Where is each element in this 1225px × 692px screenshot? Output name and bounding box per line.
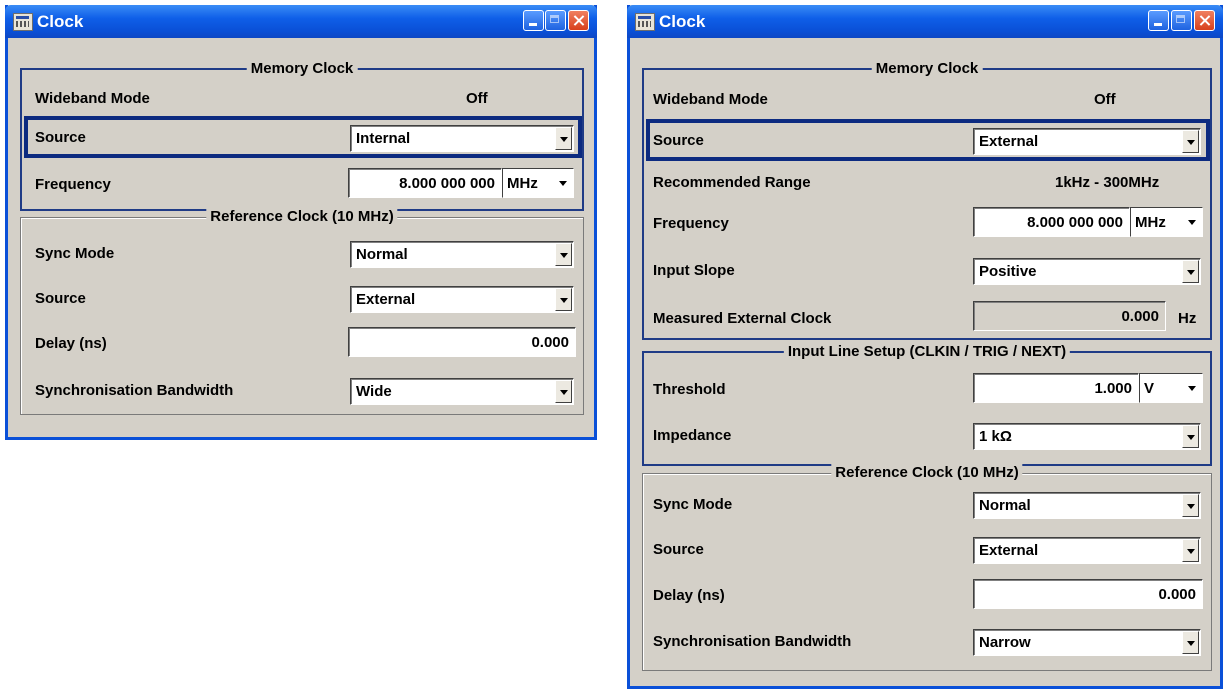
chevron-down-icon[interactable]: [555, 380, 572, 403]
delay-label: Delay (ns): [35, 335, 107, 352]
sync-mode-select[interactable]: Normal: [350, 241, 574, 268]
ref-source-select[interactable]: External: [973, 537, 1201, 564]
app-icon: [635, 13, 655, 31]
wideband-mode-label: Wideband Mode: [653, 91, 768, 108]
memory-clock-legend: Memory Clock: [871, 60, 983, 77]
ref-source-label: Source: [653, 541, 704, 558]
chevron-down-icon[interactable]: [1182, 631, 1199, 654]
ref-source-select[interactable]: External: [350, 286, 574, 313]
threshold-value: 1.000: [1094, 380, 1132, 397]
recommended-range-value: 1kHz - 300MHz: [1055, 174, 1160, 191]
wideband-mode-value: Off: [466, 90, 488, 107]
app-icon: [13, 13, 33, 31]
impedance-value: 1 kΩ: [979, 428, 1012, 445]
chevron-down-icon[interactable]: [1182, 130, 1199, 153]
close-icon[interactable]: [1194, 10, 1215, 31]
chevron-down-icon[interactable]: [1182, 425, 1199, 448]
memory-clock-group: Memory Clock: [642, 60, 1212, 340]
ref-source-label: Source: [35, 290, 86, 307]
measured-clock-unit: Hz: [1178, 310, 1197, 327]
sync-bandwidth-value: Narrow: [979, 634, 1031, 651]
sync-mode-label: Sync Mode: [35, 245, 115, 262]
chevron-down-icon[interactable]: [1185, 378, 1200, 398]
chevron-down-icon[interactable]: [555, 243, 572, 266]
impedance-label: Impedance: [653, 427, 732, 444]
delay-input[interactable]: 0.000: [348, 327, 576, 357]
title-bar[interactable]: Clock: [627, 5, 1223, 38]
window-title: Clock: [37, 12, 84, 31]
sync-mode-value: Normal: [356, 246, 408, 263]
frequency-unit: MHz: [507, 175, 538, 192]
sync-bandwidth-select[interactable]: Narrow: [973, 629, 1201, 656]
threshold-unit: V: [1144, 380, 1155, 397]
sync-bandwidth-label: Synchronisation Bandwidth: [653, 633, 852, 650]
sync-mode-select[interactable]: Normal: [973, 492, 1201, 519]
chevron-down-icon[interactable]: [1182, 494, 1199, 517]
measured-clock-display: 0.000: [973, 301, 1166, 331]
delay-input[interactable]: 0.000: [973, 579, 1203, 609]
measured-clock-label: Measured External Clock: [653, 310, 832, 327]
chevron-down-icon[interactable]: [555, 288, 572, 311]
ref-source-value: External: [356, 291, 416, 308]
sync-bandwidth-label: Synchronisation Bandwidth: [35, 382, 234, 399]
threshold-input[interactable]: 1.000: [973, 373, 1139, 403]
maximize-icon[interactable]: [1171, 10, 1192, 31]
chevron-down-icon[interactable]: [1185, 212, 1200, 232]
chevron-down-icon[interactable]: [556, 173, 571, 193]
reference-clock-legend: Reference Clock (10 MHz): [831, 464, 1023, 481]
frequency-label: Frequency: [35, 176, 111, 193]
wideband-mode-label: Wideband Mode: [35, 90, 150, 107]
delay-label: Delay (ns): [653, 587, 725, 604]
maximize-icon[interactable]: [545, 10, 566, 31]
input-line-setup-legend: Input Line Setup (CLKIN / TRIG / NEXT): [783, 343, 1071, 360]
threshold-unit-select[interactable]: V: [1139, 373, 1203, 403]
sync-mode-label: Sync Mode: [653, 496, 733, 513]
clock-window-2: Clock Memory Clock Wideband Mode Off Sou…: [627, 5, 1223, 689]
title-bar[interactable]: Clock: [5, 5, 597, 38]
threshold-label: Threshold: [653, 381, 726, 398]
reference-clock-legend: Reference Clock (10 MHz): [206, 208, 398, 225]
frequency-unit-select[interactable]: MHz: [502, 168, 574, 198]
frequency-unit: MHz: [1135, 214, 1166, 231]
ref-source-value: External: [979, 542, 1039, 559]
chevron-down-icon[interactable]: [1182, 539, 1199, 562]
frequency-value: 8.000 000 000: [399, 175, 495, 192]
source-label: Source: [653, 132, 704, 149]
minimize-icon[interactable]: [1148, 10, 1169, 31]
measured-clock-value: 0.000: [1121, 308, 1159, 325]
frequency-input[interactable]: 8.000 000 000: [973, 207, 1130, 237]
source-label: Source: [35, 129, 86, 146]
memory-clock-legend: Memory Clock: [246, 60, 358, 77]
delay-value: 0.000: [531, 334, 569, 351]
frequency-input[interactable]: 8.000 000 000: [348, 168, 502, 198]
frequency-value: 8.000 000 000: [1027, 214, 1123, 231]
chevron-down-icon[interactable]: [555, 127, 572, 150]
window-title: Clock: [659, 12, 706, 31]
close-icon[interactable]: [568, 10, 589, 31]
source-select[interactable]: External: [973, 128, 1201, 155]
frequency-label: Frequency: [653, 215, 729, 232]
source-select-value: External: [979, 133, 1039, 150]
impedance-select[interactable]: 1 kΩ: [973, 423, 1201, 450]
sync-bandwidth-select[interactable]: Wide: [350, 378, 574, 405]
input-slope-select[interactable]: Positive: [973, 258, 1201, 285]
input-slope-value: Positive: [979, 263, 1037, 280]
chevron-down-icon[interactable]: [1182, 260, 1199, 283]
delay-value: 0.000: [1158, 586, 1196, 603]
minimize-icon[interactable]: [523, 10, 544, 31]
sync-mode-value: Normal: [979, 497, 1031, 514]
source-select-value: Internal: [356, 130, 411, 147]
input-slope-label: Input Slope: [653, 262, 735, 279]
clock-window-1: Clock Memory Clock Wideband Mode Off Sou…: [5, 5, 597, 440]
recommended-range-label: Recommended Range: [653, 174, 811, 191]
wideband-mode-value: Off: [1094, 91, 1116, 108]
source-select[interactable]: Internal: [350, 125, 574, 152]
frequency-unit-select[interactable]: MHz: [1130, 207, 1203, 237]
sync-bandwidth-value: Wide: [356, 383, 392, 400]
